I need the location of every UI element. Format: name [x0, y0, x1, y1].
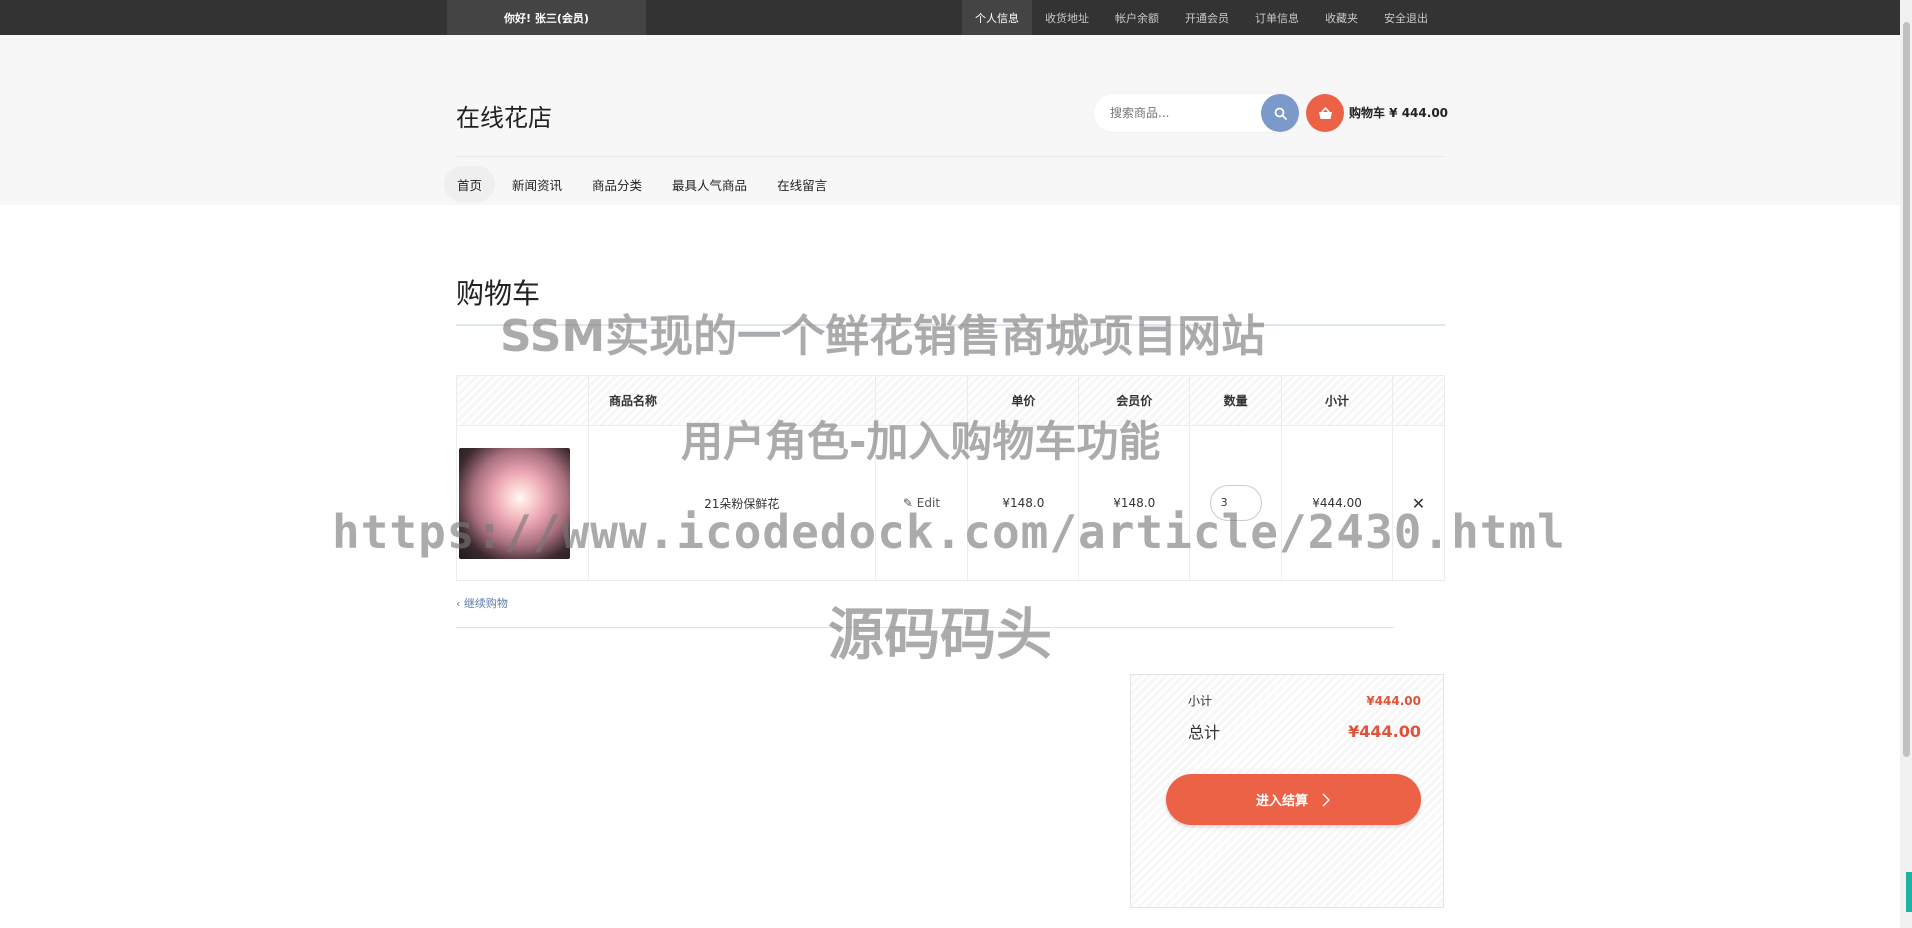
nav-item-popular[interactable]: 最具人气商品	[659, 166, 760, 202]
order-summary: 小计 ¥444.00 总计 ¥444.00 进入结算	[1130, 674, 1444, 908]
cart-total-label[interactable]: 购物车 ¥ 444.00	[1349, 104, 1448, 121]
nav-item-messages[interactable]: 在线留言	[764, 166, 840, 202]
continue-shopping-link[interactable]: ‹ 继续购物	[456, 595, 508, 611]
watermark-url: https://www.icodedock.com/article/2430.h…	[332, 505, 1566, 559]
account-link-orders[interactable]: 订单信息	[1242, 0, 1312, 35]
summary-total-label: 总计	[1188, 723, 1221, 742]
col-header-remove	[1391, 375, 1446, 426]
search-input[interactable]	[1110, 106, 1230, 120]
site-logo[interactable]: 在线花店	[456, 98, 552, 133]
summary-subtotal-label: 小计	[1188, 694, 1213, 708]
checkout-label: 进入结算	[1255, 794, 1308, 809]
cart-button[interactable]	[1306, 94, 1344, 132]
checkout-button[interactable]: 进入结算	[1166, 774, 1421, 825]
chevron-left-icon: ‹	[456, 597, 461, 610]
header-divider	[456, 156, 1445, 157]
account-link-balance[interactable]: 帐户余额	[1102, 0, 1172, 35]
summary-subtotal-row: 小计 ¥444.00	[1188, 692, 1421, 709]
watermark-title: SSM实现的一个鲜花销售商城项目网站	[500, 311, 1266, 362]
search-button[interactable]	[1261, 94, 1299, 132]
search-icon	[1274, 107, 1287, 120]
nav-item-categories[interactable]: 商品分类	[579, 166, 655, 202]
chevron-right-icon	[1322, 793, 1330, 806]
main-nav: 首页 新闻资讯 商品分类 最具人气商品 在线留言	[444, 166, 844, 202]
scrollbar-thumb[interactable]	[1903, 22, 1910, 757]
top-bar: 你好! 张三(会员) 个人信息 收货地址 帐户余额 开通会员 订单信息 收藏夹 …	[0, 0, 1900, 35]
continue-shopping-label: 继续购物	[463, 597, 508, 610]
summary-total-value: ¥444.00	[1348, 721, 1421, 741]
nav-item-news[interactable]: 新闻资讯	[499, 166, 575, 202]
account-nav: 个人信息 收货地址 帐户余额 开通会员 订单信息 收藏夹 安全退出	[962, 0, 1428, 35]
col-header-subtotal: 小计	[1281, 375, 1393, 426]
vertical-scrollbar[interactable]	[1900, 0, 1912, 928]
basket-icon	[1318, 106, 1332, 119]
account-link-favorites[interactable]: 收藏夹	[1312, 0, 1371, 35]
nav-item-home[interactable]: 首页	[444, 166, 496, 202]
col-header-quantity: 数量	[1189, 375, 1283, 426]
col-header-image	[456, 375, 589, 426]
summary-total-row: 总计 ¥444.00	[1188, 719, 1421, 743]
account-link-profile[interactable]: 个人信息	[962, 0, 1032, 35]
site-header	[0, 35, 1900, 205]
summary-subtotal-value: ¥444.00	[1366, 693, 1421, 708]
account-link-membership[interactable]: 开通会员	[1172, 0, 1242, 35]
watermark-brand: 源码码头	[828, 603, 1052, 668]
account-link-address[interactable]: 收货地址	[1032, 0, 1102, 35]
side-tab[interactable]	[1906, 872, 1912, 912]
watermark-subtitle: 用户角色-加入购物车功能	[681, 417, 1161, 466]
user-greeting: 你好! 张三(会员)	[447, 0, 646, 35]
account-link-logout[interactable]: 安全退出	[1371, 0, 1428, 35]
